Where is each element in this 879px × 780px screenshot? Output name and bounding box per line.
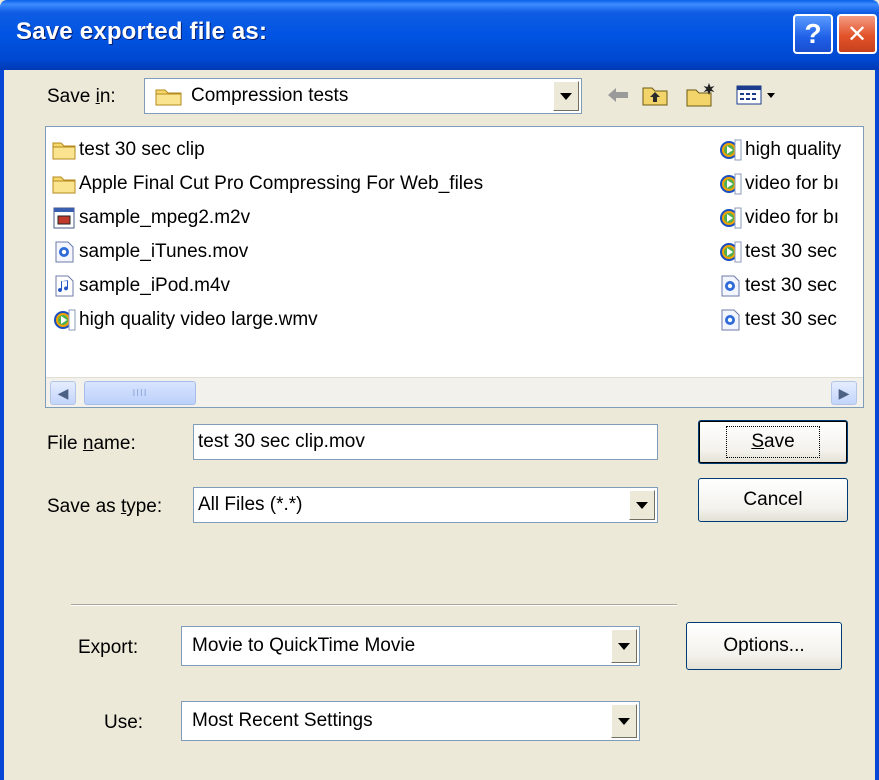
- windows-media-icon: [52, 309, 79, 331]
- folder-icon: [155, 89, 182, 106]
- file-list[interactable]: test 30 sec clip Apple Final Cut Pro Comp…: [45, 126, 864, 408]
- file-name-text: high quality: [745, 139, 842, 160]
- chevron-down-icon[interactable]: [629, 490, 655, 520]
- file-list-item[interactable]: high quality: [718, 135, 841, 165]
- save-as-type-dropdown[interactable]: All Files (*.*): [193, 487, 658, 523]
- use-label: Use:: [104, 712, 144, 733]
- file-list-item[interactable]: high quality video large.wmv: [52, 305, 318, 335]
- up-folder-icon: [642, 87, 668, 106]
- file-list-item[interactable]: video for bı: [718, 169, 839, 199]
- options-button[interactable]: Options...: [686, 622, 842, 670]
- windows-media-icon: [718, 241, 745, 263]
- new-folder-button[interactable]: [684, 82, 718, 108]
- up-folder-button[interactable]: [640, 82, 670, 108]
- file-list-item[interactable]: test 30 sec: [718, 271, 837, 301]
- chevron-right-icon: ▶: [838, 384, 850, 401]
- chevron-left-icon: ◀: [57, 384, 69, 401]
- file-name-text: test 30 sec: [745, 241, 837, 262]
- chevron-down-icon[interactable]: [611, 704, 637, 738]
- file-list-item[interactable]: test 30 sec: [718, 305, 837, 335]
- view-menu-button[interactable]: [734, 82, 780, 108]
- file-name-text: high quality video large.wmv: [79, 309, 318, 330]
- save-as-type-value: All Files (*.*): [198, 494, 303, 515]
- window-frame-left: [0, 70, 4, 780]
- file-name-label: File name:: [47, 433, 136, 454]
- close-button[interactable]: ✕: [837, 14, 877, 54]
- windows-media-icon: [718, 207, 745, 229]
- back-arrow-icon: [608, 88, 628, 102]
- scroll-left-button[interactable]: ◀: [50, 381, 76, 405]
- file-list-item[interactable]: Apple Final Cut Pro Compressing For Web_…: [52, 169, 483, 199]
- save-as-type-label: Save as type:: [47, 496, 163, 517]
- file-name-text: test 30 sec: [745, 275, 837, 296]
- save-in-value: Compression tests: [191, 85, 349, 106]
- file-name-text: test 30 sec: [745, 309, 837, 330]
- file-name-text: video for bı: [745, 207, 839, 228]
- window-title: Save exported file as:: [16, 18, 268, 45]
- help-icon: ?: [804, 18, 822, 49]
- file-name-text: sample_iPod.m4v: [79, 275, 231, 296]
- file-name-text: sample_mpeg2.m2v: [79, 207, 251, 228]
- file-list-item[interactable]: sample_iTunes.mov: [52, 237, 248, 267]
- file-list-item[interactable]: test 30 sec: [718, 237, 837, 267]
- file-list-item[interactable]: sample_iPod.m4v: [52, 271, 230, 301]
- save-button[interactable]: Save: [698, 420, 848, 464]
- folder-icon: [52, 173, 79, 195]
- music-file-icon: [52, 275, 79, 297]
- file-name-input[interactable]: test 30 sec clip.mov: [193, 424, 658, 460]
- folder-icon: [52, 139, 79, 161]
- close-icon: ✕: [846, 20, 868, 48]
- windows-media-icon: [718, 139, 745, 161]
- export-value: Movie to QuickTime Movie: [192, 635, 416, 656]
- grip-icon: IIII: [132, 387, 148, 399]
- windows-media-icon: [718, 173, 745, 195]
- window-frame-right: [875, 70, 879, 780]
- divider: [71, 604, 677, 606]
- quicktime-file-icon: [52, 241, 79, 263]
- chevron-down-icon[interactable]: [553, 81, 579, 111]
- back-button[interactable]: [604, 82, 632, 108]
- file-name-text: video for bı: [745, 173, 839, 194]
- use-dropdown[interactable]: Most Recent Settings: [181, 701, 640, 741]
- help-button[interactable]: ?: [793, 14, 833, 54]
- file-name-text: Apple Final Cut Pro Compressing For Web_…: [79, 173, 484, 194]
- save-in-dropdown[interactable]: Compression tests: [144, 78, 582, 114]
- scroll-right-button[interactable]: ▶: [831, 381, 857, 405]
- use-value: Most Recent Settings: [192, 710, 373, 731]
- file-list-item[interactable]: sample_mpeg2.m2v: [52, 203, 250, 233]
- file-name-text: test 30 sec clip: [79, 139, 205, 160]
- save-in-label: Save in:: [47, 86, 116, 107]
- horizontal-scrollbar[interactable]: ◀ IIII ▶: [46, 377, 863, 407]
- cancel-button[interactable]: Cancel: [698, 478, 848, 522]
- chevron-down-icon[interactable]: [611, 629, 637, 663]
- video-file-icon: [52, 207, 79, 229]
- quicktime-file-icon: [718, 275, 745, 297]
- new-folder-icon: [686, 83, 715, 107]
- scrollbar-thumb[interactable]: IIII: [84, 381, 196, 405]
- view-menu-icon: [736, 85, 775, 105]
- file-name-text: sample_iTunes.mov: [79, 241, 249, 262]
- export-label: Export:: [78, 637, 139, 658]
- file-list-item[interactable]: test 30 sec clip: [52, 135, 205, 165]
- title-bar: Save exported file as: ? ✕: [0, 0, 879, 70]
- file-list-item[interactable]: video for bı: [718, 203, 839, 233]
- export-dropdown[interactable]: Movie to QuickTime Movie: [181, 626, 640, 666]
- quicktime-file-icon: [718, 309, 745, 331]
